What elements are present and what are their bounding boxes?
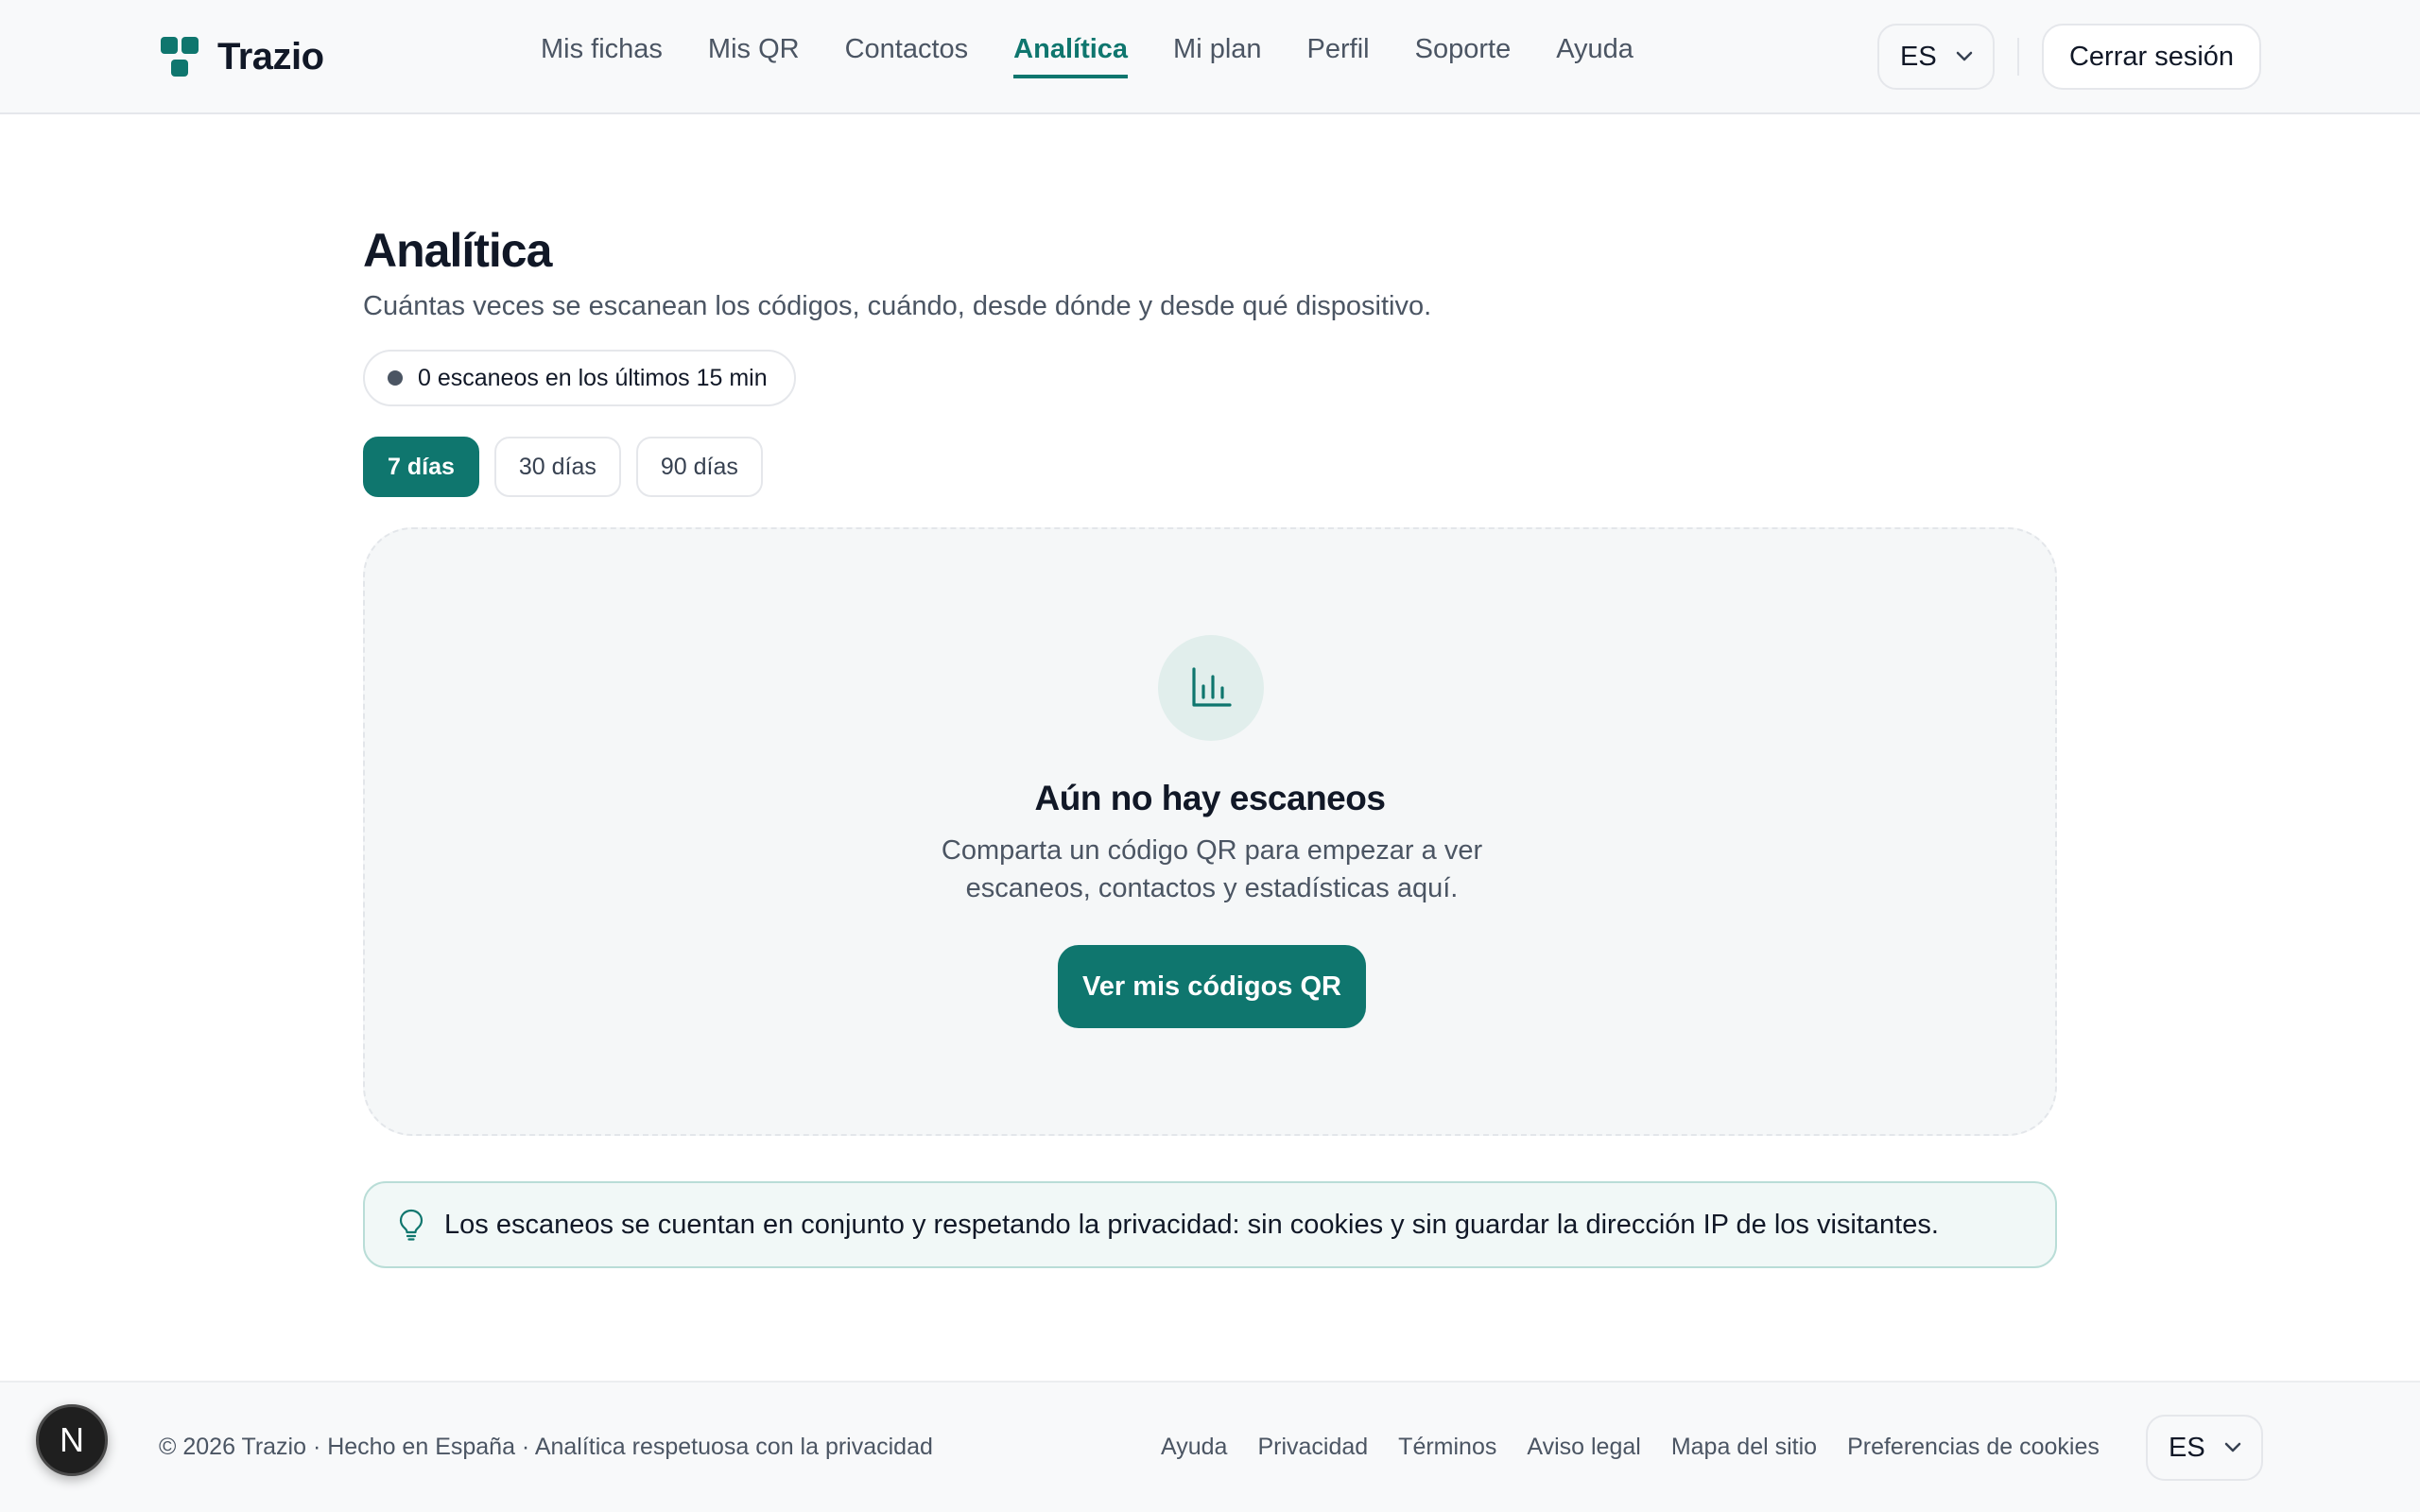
- nav-item-mis-qr[interactable]: Mis QR: [708, 34, 800, 75]
- nav-item-ayuda[interactable]: Ayuda: [1556, 34, 1634, 75]
- chevron-down-icon: [1956, 51, 1972, 61]
- nav-item-mi-plan[interactable]: Mi plan: [1173, 34, 1262, 75]
- chevron-down-icon: [2224, 1442, 2240, 1452]
- footer-copyright: © 2026 Trazio · Hecho en España · Analít…: [159, 1434, 933, 1460]
- nav-item-contactos[interactable]: Contactos: [845, 34, 969, 75]
- date-range-tabs: 7 días 30 días 90 días: [363, 437, 763, 497]
- privacy-note: Los escaneos se cuentan en conjunto y re…: [363, 1181, 2057, 1268]
- dev-tools-badge[interactable]: N: [36, 1404, 108, 1476]
- range-tab-7-days[interactable]: 7 días: [363, 437, 479, 497]
- page-title: Analítica: [363, 224, 552, 277]
- live-scans-text: 0 escaneos en los últimos 15 min: [418, 364, 768, 391]
- header-divider: [2017, 38, 2019, 76]
- empty-state-title: Aún no hay escaneos: [1034, 779, 1386, 817]
- live-scans-badge: 0 escaneos en los últimos 15 min: [363, 350, 796, 406]
- lightbulb-icon: [399, 1209, 424, 1241]
- empty-state-icon-circle: [1158, 635, 1264, 741]
- footer-link-ayuda[interactable]: Ayuda: [1161, 1434, 1227, 1461]
- range-tab-90-days[interactable]: 90 días: [635, 437, 763, 497]
- top-header: Trazio Mis fichas Mis QR Contactos Analí…: [0, 0, 2420, 114]
- footer-language-value: ES: [2169, 1432, 2205, 1463]
- footer-links: Ayuda Privacidad Términos Aviso legal Ma…: [1161, 1434, 2100, 1461]
- privacy-note-text: Los escaneos se cuentan en conjunto y re…: [444, 1209, 1939, 1240]
- logo-mark-icon: [161, 37, 200, 77]
- footer-link-preferencias-cookies[interactable]: Preferencias de cookies: [1847, 1434, 2100, 1461]
- nav-item-analitica[interactable]: Analítica: [1013, 34, 1129, 78]
- language-value: ES: [1900, 41, 1937, 72]
- brand-name: Trazio: [217, 35, 324, 77]
- empty-state-text: Comparta un código QR para empezar a ver…: [941, 835, 1483, 903]
- status-dot-icon: [388, 370, 403, 386]
- footer-link-mapa-del-sitio[interactable]: Mapa del sitio: [1671, 1434, 1817, 1461]
- footer-language-selector[interactable]: ES: [2146, 1415, 2263, 1481]
- footer-link-privacidad[interactable]: Privacidad: [1257, 1434, 1368, 1461]
- footer-link-terminos[interactable]: Términos: [1398, 1434, 1496, 1461]
- nav-item-perfil[interactable]: Perfil: [1307, 34, 1370, 75]
- dev-tools-badge-label: N: [60, 1420, 84, 1459]
- logout-button[interactable]: Cerrar sesión: [2042, 24, 2261, 90]
- range-tab-30-days[interactable]: 30 días: [493, 437, 621, 497]
- language-selector[interactable]: ES: [1877, 24, 1995, 90]
- brand-logo[interactable]: Trazio: [161, 36, 324, 77]
- site-footer: © 2026 Trazio · Hecho en España · Analít…: [0, 1381, 2420, 1512]
- nav-item-soporte[interactable]: Soporte: [1415, 34, 1512, 75]
- bar-chart-icon: [1192, 667, 1232, 707]
- footer-link-aviso-legal[interactable]: Aviso legal: [1527, 1434, 1640, 1461]
- main-nav: Mis fichas Mis QR Contactos Analítica Mi…: [541, 34, 1634, 81]
- view-qr-codes-button[interactable]: Ver mis códigos QR: [1058, 945, 1366, 1028]
- empty-state-card: Aún no hay escaneos Comparta un código Q…: [363, 527, 2057, 1136]
- nav-item-mis-fichas[interactable]: Mis fichas: [541, 34, 663, 75]
- page-subtitle: Cuántas veces se escanean los códigos, c…: [363, 291, 1432, 321]
